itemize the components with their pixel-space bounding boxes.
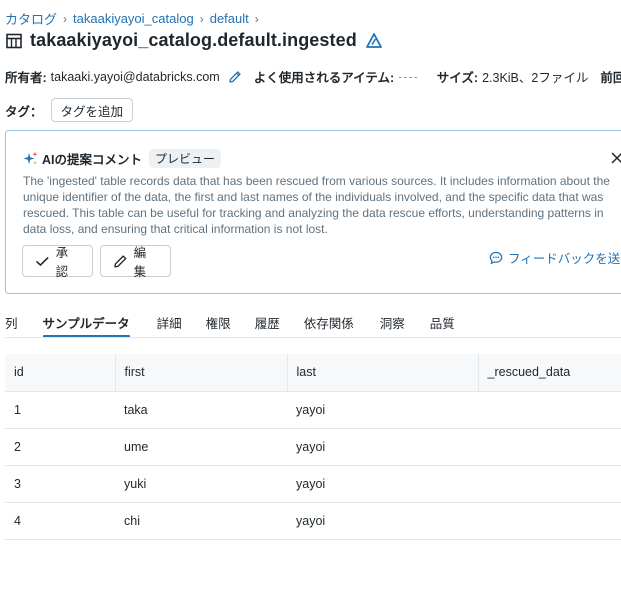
breadcrumb-separator: › — [63, 11, 68, 26]
table-cell: yuki — [115, 465, 287, 503]
tags-row: タグ： タグを追加 — [5, 98, 134, 122]
column-header-last[interactable]: last — [286, 354, 478, 392]
table-cell: 3 — [5, 465, 115, 503]
size-value: 2.3KiB、2ファイル — [482, 71, 589, 85]
checkmark-icon — [36, 256, 49, 266]
breadcrumb-separator: › — [254, 11, 259, 26]
frequent-items-value: ---- — [398, 69, 419, 84]
breadcrumb-schema-link[interactable]: default — [210, 11, 249, 26]
ai-comment-text: The 'ingested' table records data that h… — [23, 174, 610, 236]
tab-lineage[interactable]: 依存関係 — [304, 313, 354, 338]
table-cell: 4 — [5, 502, 115, 540]
table-cell — [478, 502, 621, 540]
table-cell: ume — [115, 428, 287, 466]
tab-permissions[interactable]: 権限 — [206, 313, 231, 338]
tab-quality[interactable]: 品質 — [430, 313, 455, 338]
table-cell: yayoi — [287, 428, 478, 466]
table-cell: chi — [115, 502, 287, 540]
tab-insights[interactable]: 洞察 — [380, 313, 405, 338]
tabs-divider — [5, 337, 621, 338]
close-icon[interactable] — [610, 151, 621, 165]
table-cell — [478, 465, 621, 503]
last-updated-label: 前回更 — [600, 71, 621, 85]
pencil-icon — [114, 254, 127, 268]
column-header-first[interactable]: first — [114, 354, 287, 392]
table-row: 2 ume yayoi — [5, 428, 621, 466]
ai-suggested-comment-card: AIの提案コメント プレビュー The 'ingested' table rec… — [5, 130, 621, 294]
page-title: takaakiyayoi_catalog.default.ingested — [30, 30, 357, 50]
sample-data-table: id first last _rescued_data 1 taka yayoi… — [5, 354, 621, 540]
approve-button[interactable]: 承認 — [22, 245, 93, 279]
breadcrumb-catalogs-link[interactable]: カタログ — [5, 9, 57, 28]
table-cell: taka — [115, 391, 287, 429]
table-cell: yayoi — [287, 502, 478, 540]
table-row: 4 chi yayoi — [5, 502, 621, 540]
table-icon — [6, 33, 22, 48]
table-header-row: id first last _rescued_data — [5, 354, 621, 392]
tags-label: タグ： — [5, 104, 43, 119]
frequent-items-label: よく使用されるアイテム: — [253, 71, 395, 85]
ai-comment-title: AIの提案コメント — [42, 153, 143, 167]
preview-badge: プレビュー — [149, 149, 222, 168]
edit-button[interactable]: 編集 — [100, 245, 171, 279]
table-cell: 2 — [5, 428, 115, 466]
table-row: 3 yuki yayoi — [5, 465, 621, 503]
column-header-id[interactable]: id — [5, 354, 115, 392]
title-row: takaakiyayoi_catalog.default.ingested — [5, 30, 383, 51]
tab-columns[interactable]: 列 — [5, 313, 43, 338]
delta-table-icon — [365, 32, 382, 48]
ai-comment-header: AIの提案コメント プレビュー — [23, 149, 222, 168]
send-feedback-link[interactable]: フィードバックを送信 — [489, 248, 621, 267]
table-cell: yayoi — [287, 465, 478, 503]
tab-bar: 列 サンプルデータ 詳細 権限 履歴 依存関係 洞察 品質 — [5, 313, 455, 338]
owner-value: takaaki.yayoi@databricks.com — [50, 69, 220, 84]
owner-label: 所有者: — [5, 71, 47, 85]
feedback-label: フィードバックを送信 — [508, 252, 621, 266]
table-cell: 1 — [5, 391, 115, 429]
breadcrumb-separator: › — [199, 11, 204, 26]
metadata-row: 所有者: takaaki.yayoi@databricks.com よく使用され… — [5, 67, 621, 86]
tab-sample-data[interactable]: サンプルデータ — [42, 313, 130, 338]
table-cell — [478, 428, 621, 466]
edit-label: 編集 — [133, 246, 147, 279]
approve-label: 承認 — [55, 246, 69, 279]
breadcrumb: カタログ › takaakiyayoi_catalog › default › — [5, 9, 265, 28]
add-tag-button[interactable]: タグを追加 — [50, 98, 134, 122]
edit-owner-pencil-icon[interactable] — [228, 70, 242, 84]
speech-bubble-icon — [489, 251, 503, 264]
column-header-rescued-data[interactable]: _rescued_data — [477, 354, 621, 392]
tab-details[interactable]: 詳細 — [157, 313, 182, 338]
breadcrumb-catalog-link[interactable]: takaakiyayoi_catalog — [73, 11, 194, 26]
table-row: 1 taka yayoi — [5, 391, 621, 429]
table-cell: yayoi — [287, 391, 478, 429]
tab-history[interactable]: 履歴 — [255, 313, 280, 338]
ai-sparkle-icon — [23, 151, 38, 165]
table-cell — [478, 391, 621, 429]
size-label: サイズ: — [436, 71, 479, 85]
